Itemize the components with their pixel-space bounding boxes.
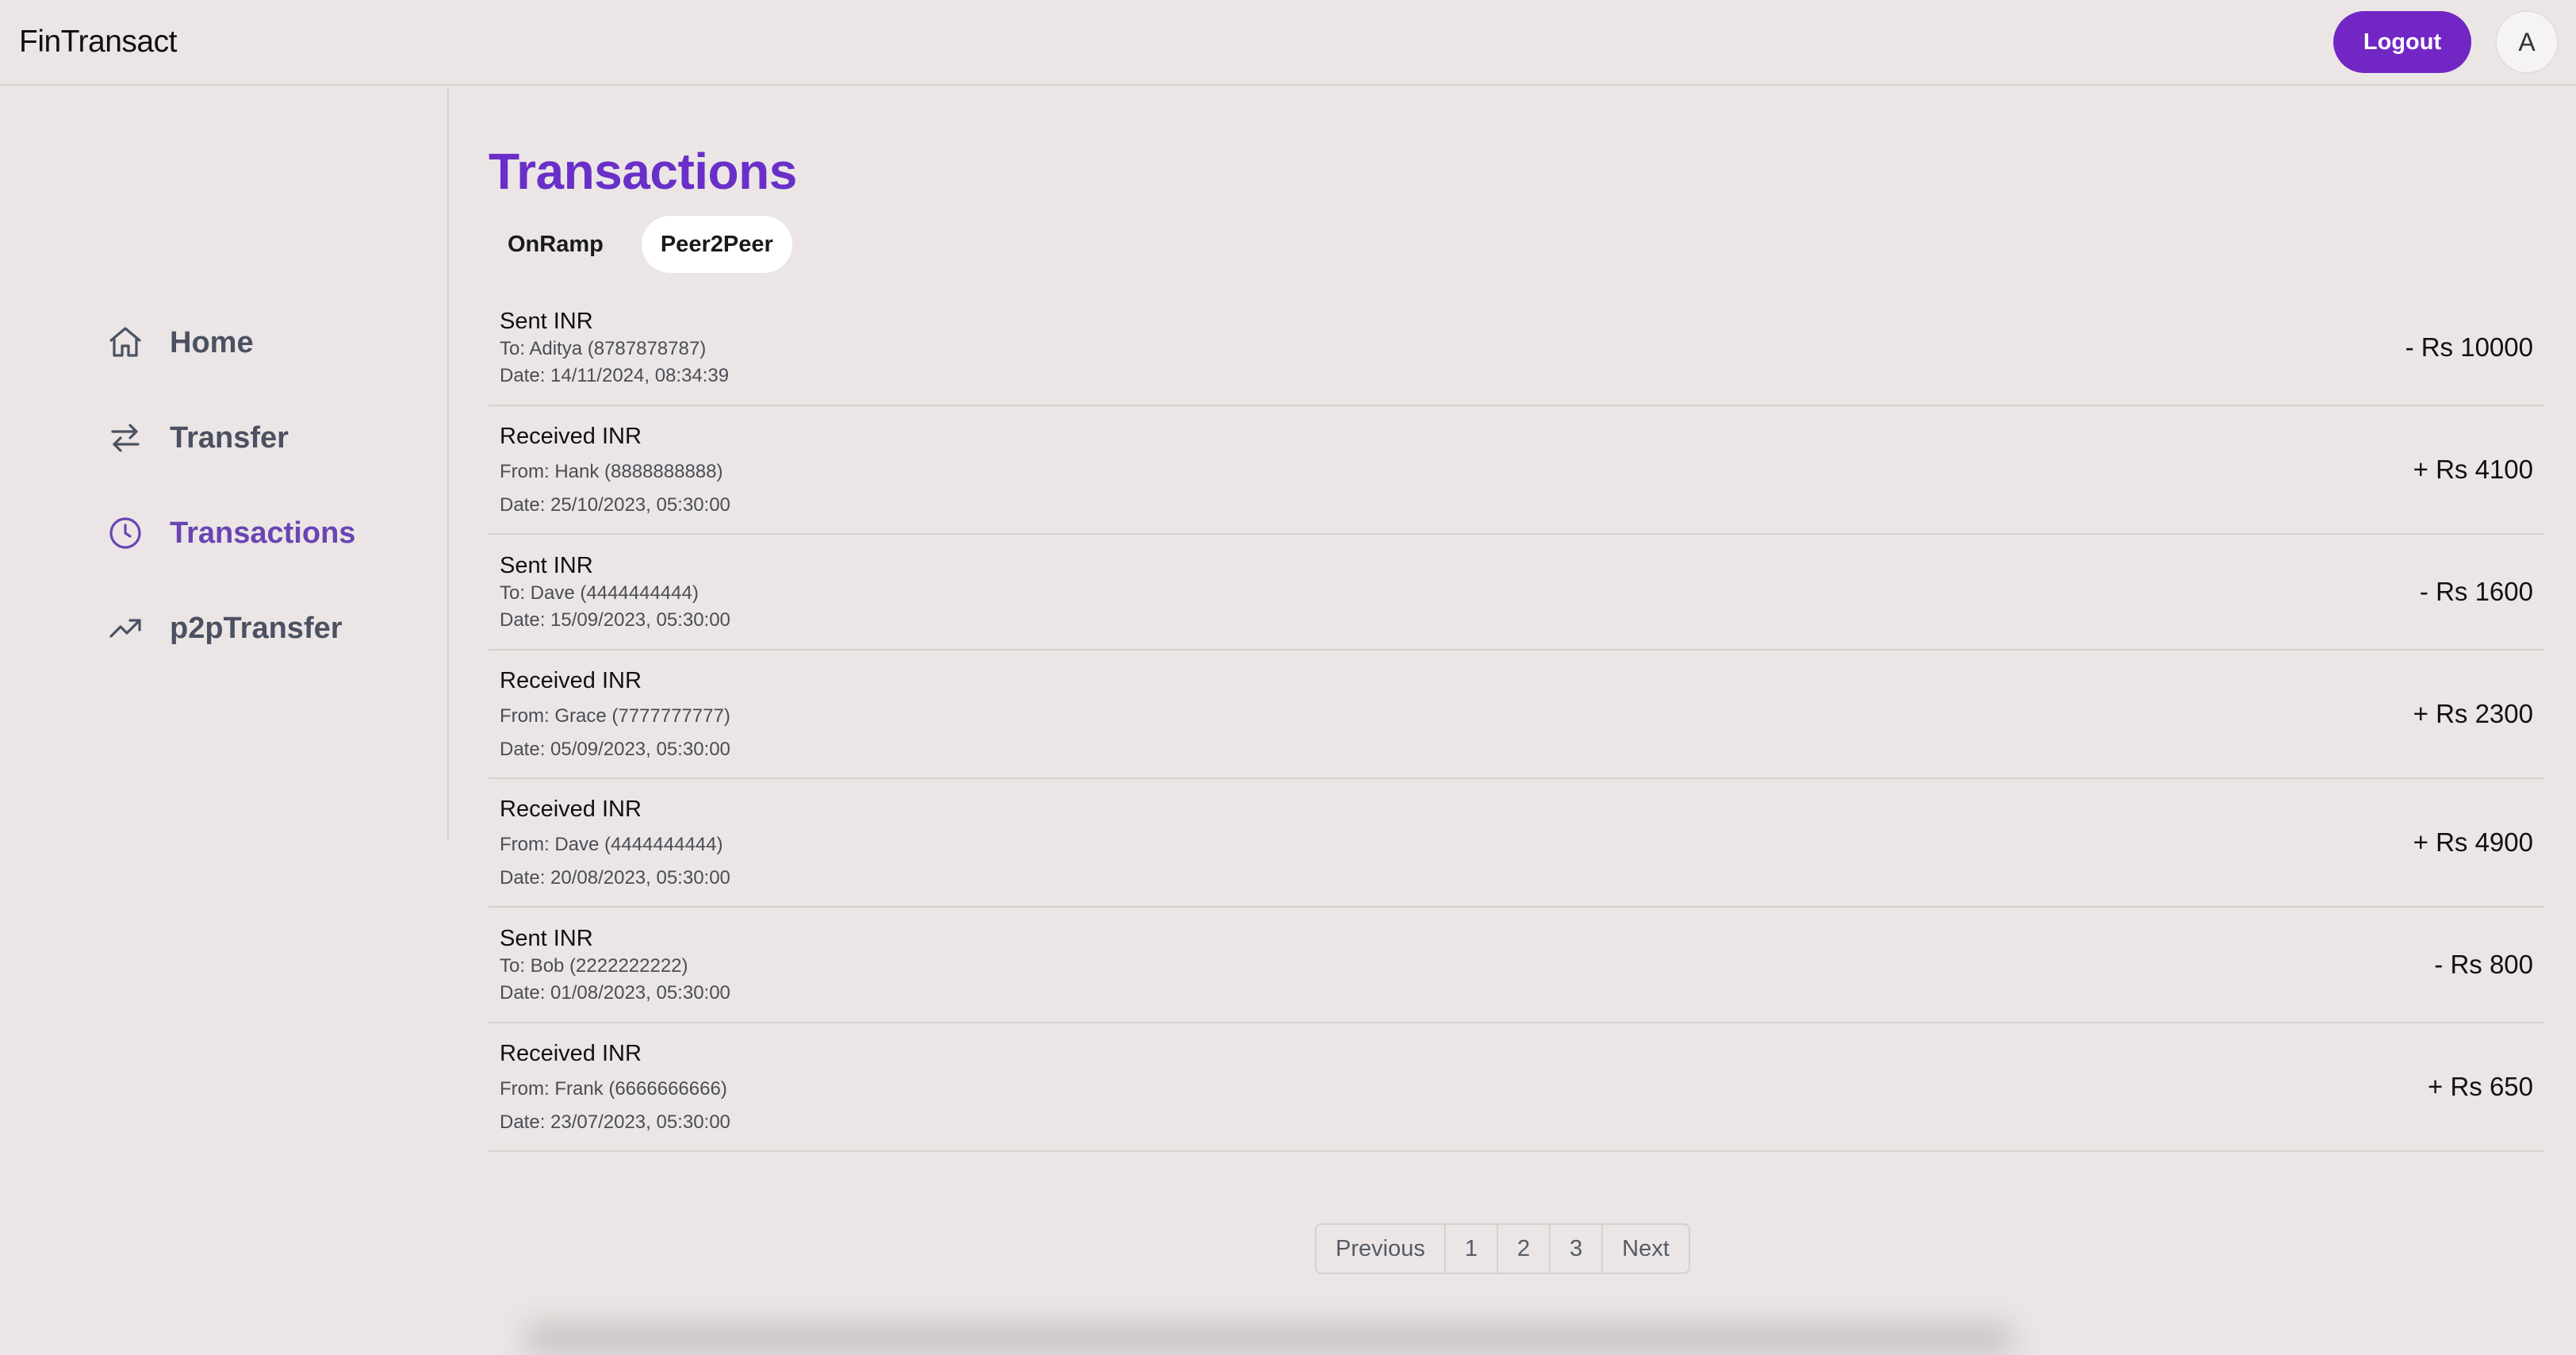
clock-icon: [109, 517, 141, 549]
transaction-party: To: Bob (2222222222): [500, 954, 688, 977]
transaction-amount: + Rs 4900: [2413, 827, 2533, 857]
transaction-info: Received INR From: Dave (4444444444) Dat…: [500, 796, 730, 889]
sidebar-item-label: Home: [170, 325, 254, 359]
sidebar-nav: Home Transfer Transactions p2pTransfer: [106, 295, 355, 676]
trend-icon: [109, 619, 141, 638]
sidebar: Home Transfer Transactions p2pTransfer: [0, 87, 449, 841]
transaction-party: To: Dave (4444444444): [500, 582, 699, 604]
transaction-info: Received INR From: Frank (6666666666) Da…: [500, 1041, 730, 1134]
transaction-date: Date: 25/10/2023, 05:30:00: [500, 493, 730, 516]
transaction-party: From: Frank (6666666666): [500, 1077, 727, 1100]
transaction-type: Received INR: [500, 796, 642, 822]
table-row: Sent INR To: Aditya (8787878787) Date: 1…: [489, 290, 2544, 406]
transaction-date: Date: 15/09/2023, 05:30:00: [500, 608, 730, 631]
transaction-date: Date: 01/08/2023, 05:30:00: [500, 981, 730, 1004]
sidebar-item-transactions[interactable]: Transactions: [106, 486, 355, 581]
transaction-party: From: Grace (7777777777): [500, 704, 730, 727]
previous-page-button[interactable]: Previous: [1317, 1225, 1446, 1272]
sidebar-item-home[interactable]: Home: [106, 295, 355, 390]
transaction-type: Received INR: [500, 1040, 642, 1066]
logout-button[interactable]: Logout: [2333, 11, 2471, 73]
transaction-party: To: Aditya (8787878787): [500, 337, 707, 359]
transaction-party: From: Dave (4444444444): [500, 833, 723, 855]
sidebar-item-label: Transfer: [170, 420, 289, 455]
transaction-info: Sent INR To: Dave (4444444444) Date: 15/…: [500, 553, 730, 631]
transaction-amount: + Rs 4100: [2413, 455, 2533, 484]
pagination: Previous 1 2 3 Next: [1315, 1223, 1690, 1274]
transaction-type: Sent INR: [500, 552, 593, 578]
tab-peer2peer[interactable]: Peer2Peer: [641, 216, 792, 273]
sidebar-item-p2ptransfer[interactable]: p2pTransfer: [106, 581, 355, 676]
main-content: Transactions OnRamp Peer2Peer Sent INR T…: [489, 87, 2544, 1152]
tab-onramp[interactable]: OnRamp: [489, 216, 623, 273]
next-page-button[interactable]: Next: [1603, 1225, 1689, 1272]
transaction-type: Sent INR: [500, 925, 593, 951]
home-icon: [109, 327, 141, 357]
page-1-button[interactable]: 1: [1446, 1225, 1498, 1272]
transaction-amount: - Rs 1600: [2419, 577, 2533, 606]
table-row: Received INR From: Dave (4444444444) Dat…: [489, 779, 2544, 908]
page-title: Transactions: [489, 143, 797, 200]
transaction-info: Received INR From: Grace (7777777777) Da…: [500, 668, 730, 761]
transaction-amount: + Rs 2300: [2413, 699, 2533, 728]
transaction-party: From: Hank (8888888888): [500, 460, 723, 482]
transaction-amount: - Rs 10000: [2405, 332, 2533, 362]
table-row: Sent INR To: Bob (2222222222) Date: 01/0…: [489, 908, 2544, 1023]
page-3-button[interactable]: 3: [1551, 1225, 1604, 1272]
transaction-list: Sent INR To: Aditya (8787878787) Date: 1…: [489, 290, 2544, 1152]
table-row: Received INR From: Frank (6666666666) Da…: [489, 1023, 2544, 1152]
sidebar-item-label: p2pTransfer: [170, 611, 343, 645]
transaction-type: Received INR: [500, 667, 642, 693]
transaction-date: Date: 14/11/2024, 08:34:39: [500, 364, 730, 386]
tab-bar: OnRamp Peer2Peer: [489, 216, 2544, 273]
transaction-info: Sent INR To: Aditya (8787878787) Date: 1…: [500, 309, 729, 387]
transaction-date: Date: 23/07/2023, 05:30:00: [500, 1111, 730, 1133]
transaction-date: Date: 05/09/2023, 05:30:00: [500, 738, 730, 760]
page-2-button[interactable]: 2: [1498, 1225, 1551, 1272]
bottom-shadow: [523, 1323, 2014, 1355]
transaction-info: Received INR From: Hank (8888888888) Dat…: [500, 424, 730, 516]
transaction-amount: + Rs 650: [2428, 1072, 2533, 1101]
table-row: Received INR From: Hank (8888888888) Dat…: [489, 406, 2544, 535]
table-row: Received INR From: Grace (7777777777) Da…: [489, 651, 2544, 779]
transaction-date: Date: 20/08/2023, 05:30:00: [500, 866, 730, 889]
avatar[interactable]: A: [2495, 10, 2559, 74]
top-bar: FinTransact Logout A: [0, 0, 2576, 86]
transaction-info: Sent INR To: Bob (2222222222) Date: 01/0…: [500, 926, 730, 1004]
sidebar-item-transfer[interactable]: Transfer: [106, 390, 355, 486]
transaction-type: Received INR: [500, 423, 642, 449]
brand-logo[interactable]: FinTransact: [19, 25, 177, 59]
top-actions: Logout A: [2333, 10, 2559, 74]
sidebar-item-label: Transactions: [170, 516, 356, 550]
table-row: Sent INR To: Dave (4444444444) Date: 15/…: [489, 535, 2544, 651]
transaction-amount: - Rs 800: [2434, 950, 2533, 979]
transaction-type: Sent INR: [500, 308, 593, 334]
transfer-icon: [111, 424, 140, 452]
